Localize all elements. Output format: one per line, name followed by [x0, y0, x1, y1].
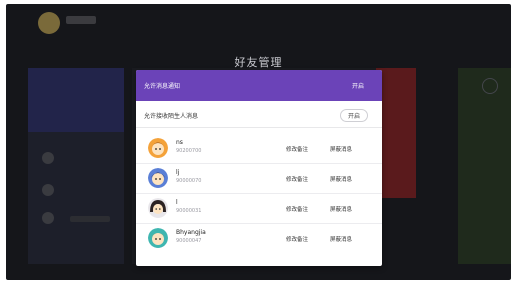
background-header — [6, 4, 511, 44]
notification-setting-row[interactable]: 允许消息通知 开启 — [136, 70, 382, 101]
block-messages-button[interactable]: 屏蔽消息 — [330, 205, 352, 213]
background-user-avatar — [38, 12, 60, 34]
friend-row: Bhyangjia 90000047 修改备注 屏蔽消息 — [136, 224, 382, 254]
friend-row: l 90000031 修改备注 屏蔽消息 — [136, 194, 382, 224]
block-messages-button[interactable]: 屏蔽消息 — [330, 235, 352, 243]
edit-remark-button[interactable]: 修改备注 — [286, 145, 308, 153]
friend-name: ns — [176, 139, 183, 146]
dialog-title: 好友管理 — [234, 56, 283, 69]
screen-frame: 好友管理 允许消息通知 开启 允许接收陌生人消息 开启 ns 90200700 … — [6, 4, 511, 280]
background-user-name — [66, 16, 96, 24]
friend-row: lj 90000070 修改备注 屏蔽消息 — [136, 164, 382, 194]
friend-id: 90200700 — [176, 148, 202, 154]
edit-remark-button[interactable]: 修改备注 — [286, 175, 308, 183]
background-circle-icon — [482, 78, 498, 94]
friend-id: 90000070 — [176, 178, 202, 184]
background-left-panel — [28, 68, 124, 264]
background-list-avatar — [42, 184, 54, 196]
cartoon-avatar-icon — [148, 198, 168, 218]
notification-setting-label: 允许消息通知 — [144, 83, 181, 90]
background-list-text — [70, 216, 110, 222]
background-list-avatar — [42, 212, 54, 224]
background-list-avatar — [42, 152, 54, 164]
friend-name: Bhyangjia — [176, 229, 206, 236]
stranger-message-setting-row[interactable]: 允许接收陌生人消息 开启 — [136, 104, 382, 128]
friend-id: 90000031 — [176, 208, 202, 214]
edit-remark-button[interactable]: 修改备注 — [286, 205, 308, 213]
friend-name: lj — [176, 169, 180, 176]
cartoon-avatar-icon — [148, 138, 168, 158]
friend-row: ns 90200700 修改备注 屏蔽消息 — [136, 134, 382, 164]
friend-name: l — [176, 199, 178, 206]
stranger-message-toggle[interactable]: 开启 — [339, 109, 368, 122]
friend-management-dialog: 允许消息通知 开启 允许接收陌生人消息 开启 ns 90200700 修改备注 … — [136, 70, 382, 266]
background-left-highlight — [28, 68, 124, 132]
block-messages-button[interactable]: 屏蔽消息 — [330, 175, 352, 183]
block-messages-button[interactable]: 屏蔽消息 — [330, 145, 352, 153]
notification-setting-value[interactable]: 开启 — [352, 81, 364, 90]
cartoon-avatar-icon — [148, 168, 168, 188]
edit-remark-button[interactable]: 修改备注 — [286, 235, 308, 243]
background-red-card — [376, 68, 416, 198]
friend-list: ns 90200700 修改备注 屏蔽消息 lj 90000070 修改备注 屏… — [136, 134, 382, 254]
friend-id: 90000047 — [176, 238, 202, 244]
stranger-message-setting-label: 允许接收陌生人消息 — [144, 113, 199, 120]
background-right-panel — [458, 68, 511, 264]
cartoon-avatar-icon — [148, 228, 168, 248]
